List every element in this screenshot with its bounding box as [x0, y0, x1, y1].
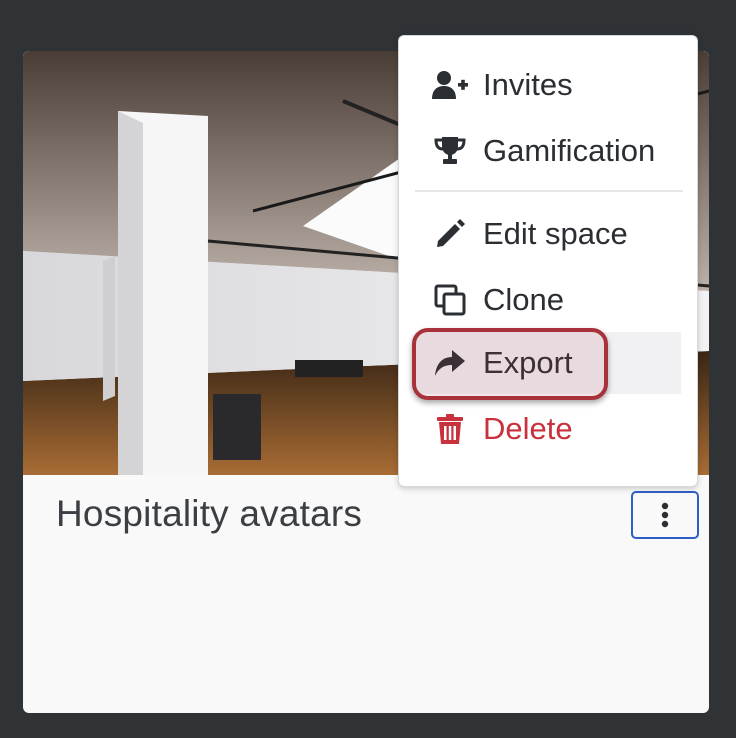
trophy-icon [432, 133, 468, 169]
menu-divider [415, 190, 683, 192]
menu-item-label: Export [483, 345, 573, 380]
more-options-button[interactable] [631, 491, 699, 539]
pencil-icon [432, 216, 468, 252]
menu-item-label: Edit space [483, 216, 628, 251]
share-arrow-icon [432, 345, 468, 381]
menu-item-label: Delete [483, 411, 573, 446]
space-title: Hospitality avatars [56, 493, 363, 534]
user-plus-icon [432, 67, 468, 103]
trash-icon [432, 411, 468, 447]
menu-item-export[interactable]: Export [415, 332, 681, 394]
clone-icon [432, 282, 468, 318]
menu-item-label: Invites [483, 67, 573, 102]
menu-item-label: Gamification [483, 133, 656, 168]
menu-item-edit-space[interactable]: Edit space [415, 203, 681, 265]
menu-item-clone[interactable]: Clone [415, 269, 681, 331]
space-options-menu: Invites Gamification Edit space Clone Ex… [398, 35, 698, 487]
menu-item-invites[interactable]: Invites [415, 54, 681, 116]
vertical-ellipsis-icon [661, 502, 669, 528]
menu-item-delete[interactable]: Delete [415, 398, 681, 460]
menu-item-label: Clone [483, 282, 564, 317]
menu-item-gamification[interactable]: Gamification [415, 120, 681, 182]
